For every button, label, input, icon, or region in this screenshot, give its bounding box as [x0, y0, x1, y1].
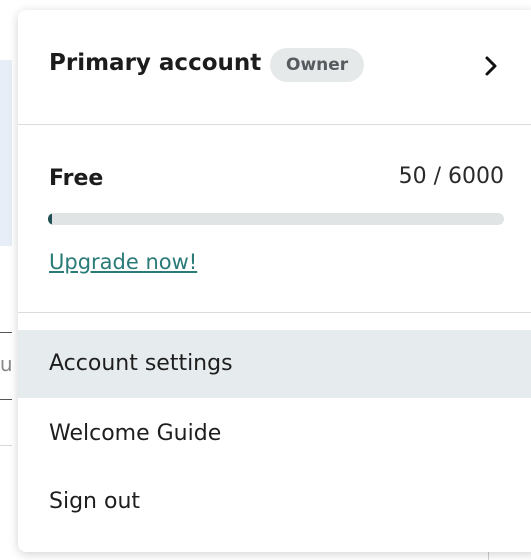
role-badge: Owner: [270, 48, 365, 82]
plan-name: Free: [49, 166, 104, 191]
account-dropdown-menu: Primary account Owner Free 50 / 6000 Upg…: [18, 10, 531, 552]
usage-count: 50 / 6000: [398, 164, 504, 189]
usage-progress-fill: [48, 213, 52, 225]
background-divider: [0, 399, 12, 400]
background-divider: [0, 332, 12, 333]
divider: [18, 124, 531, 125]
menu-item-welcome-guide[interactable]: Welcome Guide: [18, 400, 531, 468]
account-switcher[interactable]: Primary account Owner: [18, 10, 531, 124]
divider: [18, 312, 531, 313]
background-partial-text: tu: [0, 352, 13, 376]
usage-progress-bar: [48, 213, 504, 225]
account-name: Primary account: [49, 50, 262, 76]
chevron-right-icon[interactable]: [480, 54, 502, 78]
menu-item-account-settings[interactable]: Account settings: [18, 330, 531, 398]
menu-item-sign-out[interactable]: Sign out: [18, 468, 531, 536]
background-divider: [0, 445, 12, 446]
menu-item-label: Welcome Guide: [49, 421, 222, 446]
menu-item-label: Account settings: [49, 351, 233, 376]
upgrade-link[interactable]: Upgrade now!: [49, 250, 197, 274]
background-divider: [488, 552, 489, 560]
menu-item-label: Sign out: [49, 489, 141, 514]
background-panel: [0, 60, 12, 246]
